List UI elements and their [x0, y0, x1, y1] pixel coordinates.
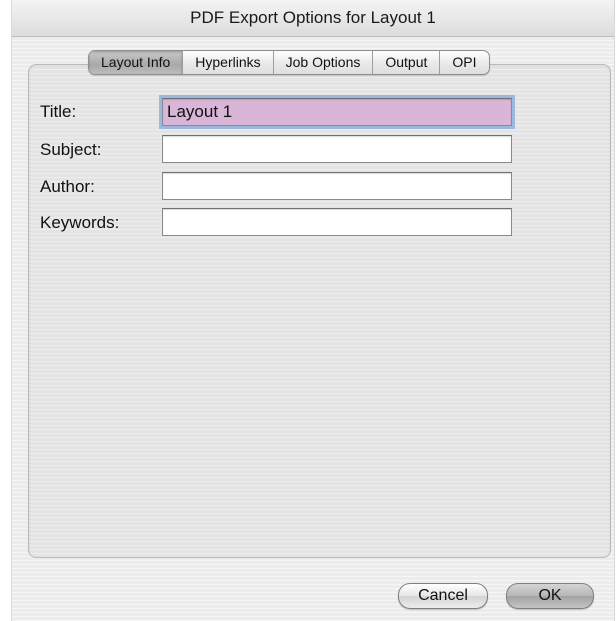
tab-bar: Layout Info Hyperlinks Job Options Outpu…: [88, 50, 490, 75]
title-label: Title:: [40, 102, 77, 121]
subject-field[interactable]: [162, 135, 512, 163]
author-field[interactable]: [162, 172, 512, 200]
dialog-title: PDF Export Options for Layout 1: [12, 0, 614, 37]
tab-opi[interactable]: OPI: [439, 51, 488, 74]
tab-layout-info[interactable]: Layout Info: [89, 51, 183, 74]
ok-button[interactable]: OK: [506, 583, 594, 609]
tab-hyperlinks[interactable]: Hyperlinks: [182, 51, 272, 74]
subject-label: Subject:: [40, 140, 102, 159]
title-field[interactable]: [159, 95, 515, 129]
author-label: Author:: [40, 177, 95, 196]
keywords-label: Keywords:: [40, 213, 120, 232]
pdf-export-dialog: PDF Export Options for Layout 1 Layout I…: [12, 0, 614, 621]
keywords-field[interactable]: [162, 208, 512, 236]
cancel-button[interactable]: Cancel: [398, 583, 488, 609]
tab-job-options[interactable]: Job Options: [272, 51, 373, 74]
tab-output[interactable]: Output: [372, 51, 439, 74]
